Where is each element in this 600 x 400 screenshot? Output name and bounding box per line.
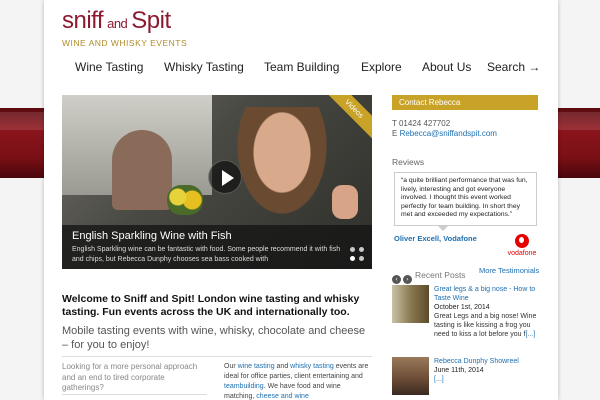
post-excerpt: Great Legs and a big nose! Wine tasting … xyxy=(434,313,537,338)
video-caption: English Sparkling Wine with Fish English… xyxy=(62,225,372,269)
post-read-more[interactable]: [...] xyxy=(434,376,444,383)
video-flowers xyxy=(167,185,203,215)
nav-item-explore[interactable]: Explore xyxy=(361,60,402,74)
email-link[interactable]: Rebecca@sniffandspit.com xyxy=(400,129,497,138)
logo-word-spit: Spit xyxy=(131,7,171,34)
site-logo[interactable]: sniff and Spit WINE AND WHISKY EVENTS xyxy=(62,8,188,49)
nav-item-whisky-tasting[interactable]: Whisky Tasting xyxy=(164,60,244,74)
slider-dot[interactable] xyxy=(359,256,364,261)
contact-details: T 01424 427702 E Rebecca@sniffandspit.co… xyxy=(392,119,497,139)
welcome-heading: Welcome to Sniff and Spit! London wine t… xyxy=(62,293,360,318)
vodafone-logo: vodafone xyxy=(504,234,540,257)
post-date: October 1st, 2014 xyxy=(434,304,490,311)
post-thumbnail[interactable] xyxy=(392,285,429,323)
page-container: sniff and Spit WINE AND WHISKY EVENTS Wine… xyxy=(44,0,558,400)
email-label: E xyxy=(392,129,398,138)
offer-text: Our wine tasting and whisky tasting even… xyxy=(224,362,369,400)
offer-text-part: Our xyxy=(224,363,238,370)
contact-phone-row: T 01424 427702 xyxy=(392,119,497,129)
link-whisky-tasting[interactable]: whisky tasting xyxy=(290,363,334,370)
phone-number[interactable]: 01424 427702 xyxy=(399,119,450,128)
video-slider[interactable]: Videos English Sparkling Wine with Fish … xyxy=(62,95,372,269)
video-description: English Sparkling wine can be fantastic … xyxy=(72,246,341,263)
recent-posts-heading: Recent Posts xyxy=(415,270,466,280)
post-excerpt-block: [...] xyxy=(434,375,538,384)
link-wine-tasting[interactable]: wine tasting xyxy=(238,363,275,370)
prev-arrow-icon[interactable]: ‹ xyxy=(392,275,401,284)
vodafone-icon xyxy=(515,234,529,248)
nav-item-search[interactable]: Search → xyxy=(487,60,540,74)
more-testimonials-link[interactable]: More Testimonials xyxy=(479,266,539,275)
logo-wordmark: sniff and Spit xyxy=(62,8,187,37)
pitch-text: Looking for a more personal approach and… xyxy=(62,362,198,392)
link-teambuilding[interactable]: teambuilding xyxy=(224,383,264,390)
slider-dot-active[interactable] xyxy=(350,256,355,261)
logo-word-and: and xyxy=(107,16,128,31)
post-date: June 11th, 2014 xyxy=(434,367,484,374)
post-title[interactable]: Great legs & a big nose - How to Taste W… xyxy=(434,285,538,303)
contact-heading: Contact Rebecca xyxy=(392,95,538,110)
divider xyxy=(62,356,372,357)
video-figure-man xyxy=(112,130,172,210)
nav-item-wine-tasting[interactable]: Wine Tasting xyxy=(75,60,143,74)
main-nav: Wine Tasting Whisky Tasting Team Buildin… xyxy=(44,60,558,76)
slider-dot[interactable] xyxy=(359,247,364,252)
review-quote: “a quite brilliant performance that was … xyxy=(394,172,537,231)
review-author: Oliver Excell, Vodafone xyxy=(394,234,477,243)
post-excerpt-block: Great Legs and a big nose! Wine tasting … xyxy=(434,312,538,339)
nav-item-about-us[interactable]: About Us xyxy=(422,60,471,74)
link-cheese-and-wine[interactable]: cheese and wine xyxy=(256,393,309,400)
post-text: Great legs & a big nose - How to Taste W… xyxy=(434,285,538,339)
vodafone-wordmark: vodafone xyxy=(507,250,537,257)
post-title[interactable]: Rebecca Dunphy Showreel xyxy=(434,357,538,366)
logo-subtitle: WINE AND WHISKY EVENTS xyxy=(62,38,188,48)
post-text: Rebecca Dunphy Showreel June 11th, 2014 … xyxy=(434,357,538,384)
contact-email-row: E Rebecca@sniffandspit.com xyxy=(392,129,497,139)
reviews-heading: Reviews xyxy=(392,157,425,167)
tagline: Mobile tasting events with wine, whisky,… xyxy=(62,325,366,351)
phone-label: T xyxy=(392,119,397,128)
play-icon[interactable] xyxy=(208,160,242,194)
post-read-more[interactable]: [...] xyxy=(525,331,535,338)
video-hand xyxy=(332,185,358,219)
slider-dot[interactable] xyxy=(350,247,355,252)
divider xyxy=(62,394,207,395)
next-arrow-icon[interactable]: › xyxy=(403,275,412,284)
nav-item-team-building[interactable]: Team Building xyxy=(264,60,339,74)
offer-text-part: and xyxy=(274,363,291,370)
video-title[interactable]: English Sparkling Wine with Fish xyxy=(72,230,362,243)
slider-dots xyxy=(350,247,366,263)
post-thumbnail[interactable] xyxy=(392,357,429,395)
logo-word-sniff: sniff xyxy=(62,7,104,34)
recent-posts-arrows: ‹ › xyxy=(392,266,414,285)
